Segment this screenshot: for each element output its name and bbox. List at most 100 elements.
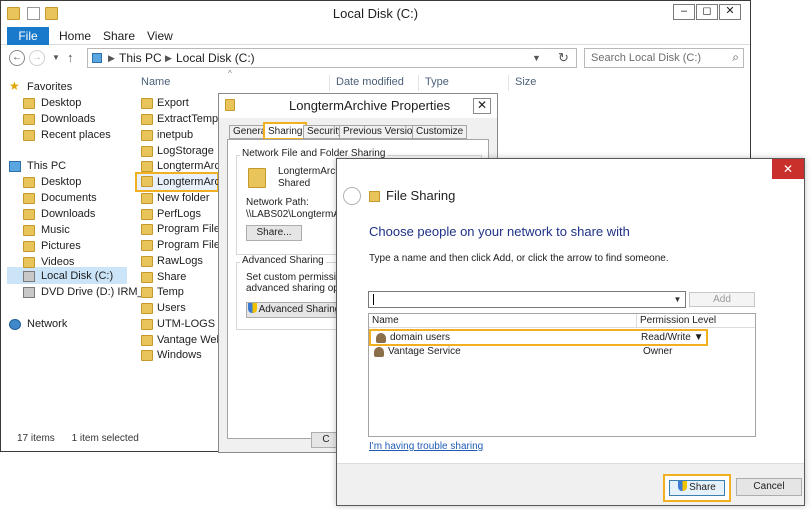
row-name: Vantage Service xyxy=(388,346,461,357)
dvd-drive-icon xyxy=(23,287,35,298)
pictures-icon xyxy=(23,241,35,252)
downloads-icon xyxy=(23,209,35,220)
col-type[interactable]: Type xyxy=(425,76,449,88)
share-button[interactable]: Share xyxy=(669,480,725,496)
table-row-vantage-service[interactable]: Vantage Service Owner xyxy=(369,345,755,360)
up-icon[interactable]: ↑ xyxy=(67,50,74,65)
advanced-sharing-button[interactable]: Advanced Sharing xyxy=(246,302,342,318)
close-icon[interactable]: ✕ xyxy=(772,159,804,179)
permissions-table: Name Permission Level domain users Read/… xyxy=(368,313,756,437)
shared-folder-icon xyxy=(248,168,266,188)
row-name: domain users xyxy=(390,332,451,343)
user-icon xyxy=(374,347,384,357)
network-path-label: Network Path: xyxy=(246,197,309,208)
address-bar-row: ← → ▼ ↑ ▶ This PC ▶ Local Disk (C:) ▼ ↻ … xyxy=(1,45,750,71)
chevron-down-icon[interactable]: ▼ xyxy=(671,293,684,306)
folder-icon xyxy=(141,130,153,141)
tab-customize[interactable]: Customize xyxy=(412,125,468,139)
tab-home[interactable]: Home xyxy=(53,27,97,45)
folder-icon xyxy=(141,256,153,267)
add-button[interactable]: Add xyxy=(689,292,755,307)
user-group-icon xyxy=(376,333,386,343)
file-sharing-instructions: Type a name and then click Add, or click… xyxy=(369,253,669,264)
search-input[interactable]: Search Local Disk (C:) ⌕ xyxy=(584,48,744,68)
folder-icon xyxy=(141,98,153,109)
breadcrumb-local-disk[interactable]: Local Disk (C:) xyxy=(176,51,255,65)
file-sharing-heading: Choose people on your network to share w… xyxy=(369,224,630,239)
chevron-down-icon[interactable]: ▼ xyxy=(532,53,541,63)
folder-icon xyxy=(141,272,153,283)
column-divider[interactable] xyxy=(418,75,419,91)
col-permission-level[interactable]: Permission Level xyxy=(637,314,755,328)
folder-icon xyxy=(141,114,153,125)
properties-title-bar: LongtermArchive Properties ✕ xyxy=(219,94,497,118)
col-name[interactable]: Name xyxy=(369,314,637,328)
folder-icon xyxy=(141,209,153,220)
permission-dropdown[interactable]: Read/Write ▼ xyxy=(641,332,704,343)
tab-view[interactable]: View xyxy=(141,27,179,45)
music-icon xyxy=(23,225,35,236)
share-dots-button[interactable]: Share... xyxy=(246,225,302,241)
status-bar: 17 items 1 item selected xyxy=(17,433,139,447)
text-caret xyxy=(373,294,374,305)
close-button[interactable]: ✕ xyxy=(719,4,741,20)
advanced-sharing-button-label: Advanced Sharing xyxy=(258,304,341,315)
ribbon-tabs: File Home Share View xyxy=(1,27,750,45)
downloads-icon xyxy=(23,114,35,125)
column-divider[interactable] xyxy=(329,75,330,91)
back-icon[interactable] xyxy=(343,187,361,205)
folder-icon xyxy=(141,319,153,330)
file-row-selected[interactable]: LongtermArchive xyxy=(135,172,240,192)
search-icon: ⌕ xyxy=(732,50,739,64)
chevron-right-icon: ▶ xyxy=(108,53,115,63)
explorer-title-bar: Local Disk (C:) – ◻ ✕ xyxy=(1,1,750,27)
dialog-footer: Share Cancel xyxy=(337,463,804,505)
videos-icon xyxy=(23,257,35,268)
network-icon xyxy=(9,319,21,330)
desktop-icon xyxy=(23,98,35,109)
maximize-button[interactable]: ◻ xyxy=(696,4,718,20)
drive-icon xyxy=(23,271,35,282)
refresh-icon[interactable]: ↻ xyxy=(558,50,569,66)
properties-title: LongtermArchive Properties xyxy=(289,98,451,113)
folder-icon xyxy=(141,176,153,187)
close-icon[interactable]: ✕ xyxy=(473,98,491,114)
row-permission: Owner xyxy=(643,346,673,357)
col-name[interactable]: Name xyxy=(141,76,170,88)
star-icon: ★ xyxy=(9,79,20,93)
table-row-domain-users[interactable]: domain users Read/Write ▼ xyxy=(369,329,708,346)
forward-icon[interactable]: → xyxy=(29,50,45,66)
breadcrumb-this-pc[interactable]: This PC xyxy=(119,51,162,65)
status-item-count: 17 items xyxy=(17,433,55,444)
folder-icon xyxy=(141,161,153,172)
desktop-icon xyxy=(23,177,35,188)
computer-icon xyxy=(9,161,21,172)
cancel-button[interactable]: Cancel xyxy=(736,478,802,496)
col-size[interactable]: Size xyxy=(515,76,536,88)
back-icon[interactable]: ← xyxy=(9,50,25,66)
folder-icon xyxy=(141,224,153,235)
tab-file[interactable]: File xyxy=(7,27,49,45)
minimize-button[interactable]: – xyxy=(673,4,695,20)
folder-icon xyxy=(141,350,153,361)
share-button-label: Share xyxy=(689,482,716,493)
file-sharing-icon xyxy=(369,191,380,202)
name-input[interactable]: ▼ xyxy=(368,291,686,308)
advanced-sharing-group-label: Advanced Sharing xyxy=(240,255,326,266)
share-button-highlight: Share xyxy=(663,474,731,502)
navigation-pane: ★ Favorites Desktop Downloads Recent plac… xyxy=(9,79,152,330)
address-box[interactable]: ▶ This PC ▶ Local Disk (C:) ▼ ↻ xyxy=(87,48,577,68)
folder-icon xyxy=(141,303,153,314)
col-date-modified[interactable]: Date modified xyxy=(336,76,404,88)
folder-icon xyxy=(225,99,235,111)
recent-dropdown-icon[interactable]: ▼ xyxy=(52,53,60,62)
tab-sharing[interactable]: Sharing xyxy=(263,122,308,140)
file-sharing-dialog: ✕ File Sharing Choose people on your net… xyxy=(336,158,805,506)
documents-icon xyxy=(23,193,35,204)
folder-icon xyxy=(141,240,153,251)
trouble-sharing-link[interactable]: I'm having trouble sharing xyxy=(369,441,483,452)
tab-share[interactable]: Share xyxy=(97,27,141,45)
folder-icon xyxy=(141,193,153,204)
column-divider[interactable] xyxy=(508,75,509,91)
shield-icon xyxy=(678,481,688,491)
